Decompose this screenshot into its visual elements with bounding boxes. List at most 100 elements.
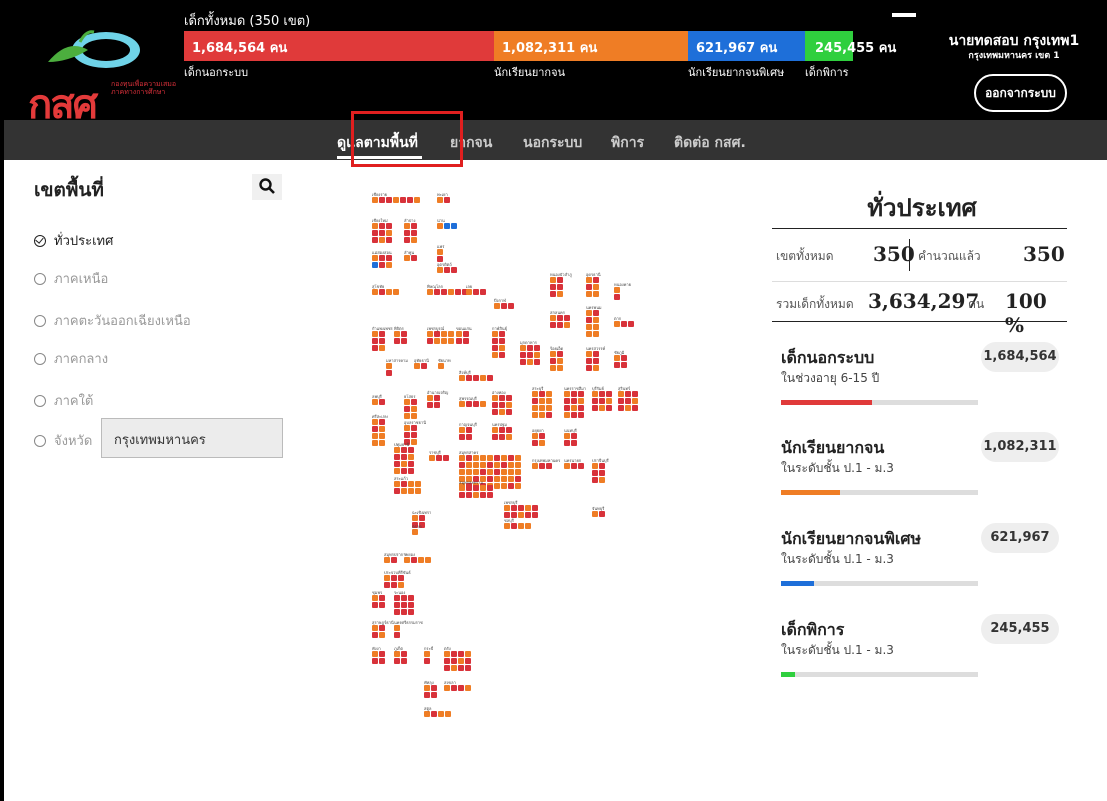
district-cell[interactable] — [394, 454, 400, 460]
district-cell[interactable] — [465, 658, 471, 664]
region-northeast[interactable]: ภาคตะวันออกเฉียงเหนือ — [34, 310, 191, 331]
district-cell[interactable] — [525, 523, 531, 529]
district-cell[interactable] — [515, 455, 521, 461]
district-cell[interactable] — [625, 405, 631, 411]
region-central[interactable]: ภาคกลาง — [34, 348, 108, 369]
district-cell[interactable] — [494, 476, 500, 482]
district-cell[interactable] — [506, 395, 512, 401]
district-cell[interactable] — [408, 481, 414, 487]
district-cell[interactable] — [508, 476, 514, 482]
district-cell[interactable] — [466, 469, 472, 475]
district-cell[interactable] — [480, 492, 486, 498]
district-cell[interactable] — [586, 358, 592, 364]
district-cell[interactable] — [578, 412, 584, 418]
district-cell[interactable] — [431, 711, 437, 717]
district-cell[interactable] — [473, 375, 479, 381]
district-cell[interactable] — [501, 455, 507, 461]
district-cell[interactable] — [379, 262, 385, 268]
district-cell[interactable] — [487, 462, 493, 468]
district-cell[interactable] — [372, 338, 378, 344]
district-cell[interactable] — [618, 398, 624, 404]
district-cell[interactable] — [386, 230, 392, 236]
district-cell[interactable] — [401, 609, 407, 615]
district-cell[interactable] — [487, 469, 493, 475]
nav-out-of-school[interactable]: นอกระบบ — [523, 132, 582, 154]
district-cell[interactable] — [411, 439, 417, 445]
district-cell[interactable] — [372, 602, 378, 608]
district-cell[interactable] — [494, 455, 500, 461]
district-cell[interactable] — [386, 262, 392, 268]
district-cell[interactable] — [494, 462, 500, 468]
district-cell[interactable] — [606, 405, 612, 411]
district-cell[interactable] — [492, 402, 498, 408]
district-cell[interactable] — [494, 483, 500, 489]
district-cell[interactable] — [425, 557, 431, 563]
district-cell[interactable] — [618, 405, 624, 411]
district-cell[interactable] — [394, 632, 400, 638]
district-cell[interactable] — [401, 338, 407, 344]
district-cell[interactable] — [578, 405, 584, 411]
district-cell[interactable] — [407, 197, 413, 203]
district-cell[interactable] — [431, 692, 437, 698]
district-cell[interactable] — [586, 365, 592, 371]
district-cell[interactable] — [394, 488, 400, 494]
district-cell[interactable] — [532, 398, 538, 404]
district-cell[interactable] — [372, 230, 378, 236]
district-cell[interactable] — [539, 412, 545, 418]
district-cell[interactable] — [632, 398, 638, 404]
district-cell[interactable] — [499, 352, 505, 358]
district-cell[interactable] — [621, 362, 627, 368]
district-cell[interactable] — [404, 230, 410, 236]
district-cell[interactable] — [508, 483, 514, 489]
district-cell[interactable] — [501, 462, 507, 468]
district-cell[interactable] — [606, 398, 612, 404]
district-cell[interactable] — [586, 284, 592, 290]
district-cell[interactable] — [564, 315, 570, 321]
district-cell[interactable] — [408, 595, 414, 601]
district-cell[interactable] — [386, 289, 392, 295]
district-cell[interactable] — [593, 324, 599, 330]
region-province[interactable]: จังหวัด — [34, 430, 92, 451]
district-cell[interactable] — [480, 469, 486, 475]
district-cell[interactable] — [599, 470, 605, 476]
district-cell[interactable] — [508, 455, 514, 461]
district-cell[interactable] — [424, 658, 430, 664]
district-cell[interactable] — [458, 651, 464, 657]
district-cell[interactable] — [394, 609, 400, 615]
region-north[interactable]: ภาคเหนือ — [34, 268, 108, 289]
district-cell[interactable] — [578, 398, 584, 404]
district-cell[interactable] — [411, 230, 417, 236]
district-cell[interactable] — [418, 557, 424, 563]
district-cell[interactable] — [571, 405, 577, 411]
district-cell[interactable] — [394, 461, 400, 467]
district-cell[interactable] — [564, 322, 570, 328]
district-cell[interactable] — [499, 345, 505, 351]
district-cell[interactable] — [515, 462, 521, 468]
district-cell[interactable] — [372, 433, 378, 439]
district-cell[interactable] — [628, 321, 634, 327]
district-cell[interactable] — [408, 609, 414, 615]
district-cell[interactable] — [487, 375, 493, 381]
menu-dash-icon[interactable] — [892, 13, 916, 17]
district-cell[interactable] — [501, 469, 507, 475]
district-cell[interactable] — [550, 284, 556, 290]
district-cell[interactable] — [534, 359, 540, 365]
district-cell[interactable] — [518, 512, 524, 518]
district-cell[interactable] — [386, 237, 392, 243]
district-cell[interactable] — [515, 483, 521, 489]
district-cell[interactable] — [571, 398, 577, 404]
district-cell[interactable] — [411, 432, 417, 438]
district-cell[interactable] — [525, 505, 531, 511]
nav-contact[interactable]: ติดต่อ กสศ. — [674, 132, 746, 154]
district-cell[interactable] — [386, 370, 392, 376]
district-cell[interactable] — [532, 405, 538, 411]
district-cell[interactable] — [550, 358, 556, 364]
district-cell[interactable] — [539, 398, 545, 404]
district-cell[interactable] — [550, 322, 556, 328]
district-cell[interactable] — [424, 692, 430, 698]
district-cell[interactable] — [394, 468, 400, 474]
district-cell[interactable] — [473, 289, 479, 295]
district-cell[interactable] — [532, 412, 538, 418]
district-cell[interactable] — [372, 237, 378, 243]
district-cell[interactable] — [379, 338, 385, 344]
